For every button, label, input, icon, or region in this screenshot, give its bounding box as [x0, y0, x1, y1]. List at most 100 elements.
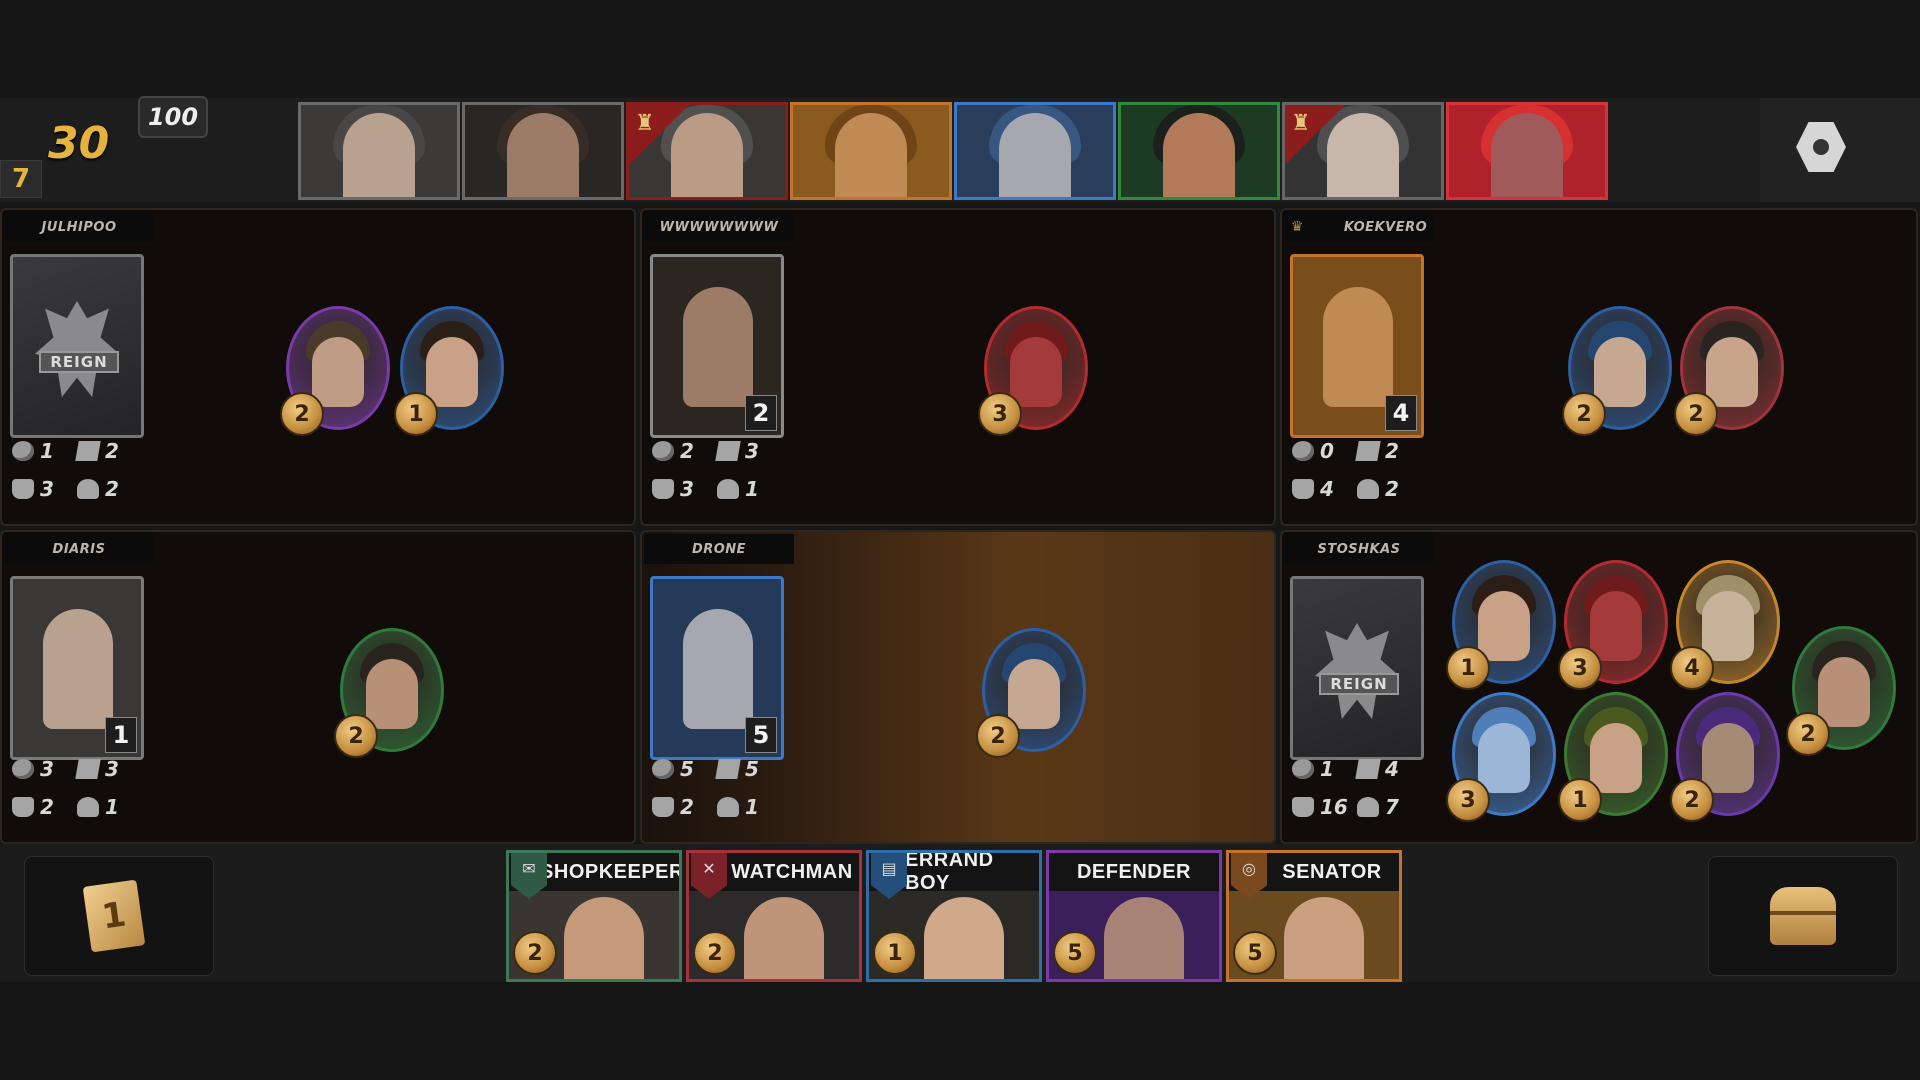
portrait-face [1491, 113, 1563, 197]
cap-badge: 100 [138, 96, 208, 138]
stat-units: 2 [1357, 477, 1422, 501]
settings-icon [1813, 139, 1829, 155]
player-name-label: JULHIPOO [41, 219, 117, 235]
wizard-portrait[interactable] [954, 102, 1116, 200]
pawn-icon [717, 479, 739, 499]
hidden-character-card[interactable]: REIGN [10, 254, 144, 438]
bearded-ranger-portrait[interactable] [1118, 102, 1280, 200]
token-face [1478, 723, 1530, 793]
reign-crown-icon [35, 301, 119, 397]
stat-power: 2 [652, 795, 717, 819]
treasure-chest-button[interactable] [1708, 856, 1898, 976]
stat-value: 3 [105, 757, 119, 781]
old-woman-portrait[interactable] [298, 102, 460, 200]
hand-card-errand-boy[interactable]: ERRAND BOY ▤ 1 [866, 850, 1042, 982]
gold-counter: 30 [48, 118, 110, 169]
player-panel-koekvero[interactable]: ♛ KOEKVERO 4 0 2 4 2 2 2 [1280, 208, 1918, 526]
coin-icon [652, 441, 674, 461]
player-name: DIARIS [4, 534, 154, 564]
stat-value: 3 [40, 757, 54, 781]
token-cost-badge: 3 [1558, 646, 1602, 690]
stat-units: 1 [717, 795, 782, 819]
token-face [312, 337, 364, 407]
merchant-portrait[interactable] [790, 102, 952, 200]
old-noble-portrait[interactable]: ♜ [626, 102, 788, 200]
fist-icon [1292, 797, 1314, 817]
hand-card-cost: 2 [693, 931, 737, 975]
player-panel-wwwwwwww[interactable]: WWWWWWWW 2 2 3 3 1 3 [640, 208, 1276, 526]
stat-coins: 1 [12, 439, 77, 463]
hand-card-face [924, 897, 1004, 979]
stat-power: 2 [12, 795, 77, 819]
token-face [366, 659, 418, 729]
character-card[interactable]: 4 [1290, 254, 1424, 438]
player-name: DRONE [644, 534, 794, 564]
pawn-icon [77, 797, 99, 817]
stat-value: 3 [745, 439, 759, 463]
stat-coins: 5 [652, 757, 717, 781]
character-card[interactable]: 2 [650, 254, 784, 438]
character-rank: 2 [745, 395, 777, 431]
token-cost-badge: 3 [978, 392, 1022, 436]
player-name-label: WWWWWWWW [659, 219, 779, 235]
stat-value: 4 [1385, 757, 1399, 781]
hidden-character-card[interactable]: REIGN [1290, 576, 1424, 760]
reign-logo: REIGN [1319, 673, 1399, 695]
character-strip: ♜ ♜ [298, 102, 1608, 200]
token-face [1702, 723, 1754, 793]
hand-card-defender[interactable]: DEFENDER 5 [1046, 850, 1222, 982]
fist-icon [652, 797, 674, 817]
deck-button[interactable]: 1 [24, 856, 214, 976]
player-panel-stoshkas[interactable]: STOSHKAS REIGN 1 4 16 7 1 3 4 3 1 2 2 [1280, 530, 1918, 844]
stat-coins: 0 [1292, 439, 1357, 463]
stat-units: 2 [77, 477, 142, 501]
hand: SHOPKEEPER ✉ 2 WATCHMAN ✕ 2 ERRAND BOY ▤ 1 DEFEND… [506, 850, 1402, 982]
deck-card-icon: 1 [82, 879, 146, 953]
token-cost-badge: 1 [394, 392, 438, 436]
treasure-chest-icon [1770, 887, 1836, 945]
token-cost-badge: 2 [1562, 392, 1606, 436]
player-panel-julhipoo[interactable]: JULHIPOO REIGN 1 2 3 2 2 1 [0, 208, 636, 526]
stat-value: 3 [680, 477, 694, 501]
stat-value: 5 [680, 757, 694, 781]
stat-cards: 3 [715, 439, 782, 463]
stat-value: 3 [40, 477, 54, 501]
character-card[interactable]: 5 [650, 576, 784, 760]
letterbox-bottom [0, 982, 1920, 1080]
red-warlord-portrait[interactable] [1446, 102, 1608, 200]
token-cost-badge: 2 [1786, 712, 1830, 756]
hooded-assassin-portrait[interactable] [462, 102, 624, 200]
player-stats: 1232 [12, 432, 142, 508]
stat-value: 1 [105, 795, 119, 819]
player-panel-drone[interactable]: DRONE 5 5 5 2 1 2 [640, 530, 1276, 844]
stat-power: 3 [652, 477, 717, 501]
stat-value: 2 [1385, 477, 1399, 501]
crown-icon: ♛ [1290, 219, 1304, 235]
cards-icon [1355, 441, 1381, 461]
stat-units: 7 [1357, 795, 1422, 819]
hand-card-cost: 2 [513, 931, 557, 975]
stat-units: 1 [77, 795, 142, 819]
token-cost-badge: 2 [334, 714, 378, 758]
stat-value: 1 [40, 439, 54, 463]
hand-card-cost: 1 [873, 931, 917, 975]
token-face [1008, 659, 1060, 729]
white-beard-lord-portrait[interactable]: ♜ [1282, 102, 1444, 200]
stat-power: 4 [1292, 477, 1357, 501]
stat-cards: 4 [1355, 757, 1422, 781]
hand-card-face [744, 897, 824, 979]
cards-icon [75, 441, 101, 461]
hand-card-face [1104, 897, 1184, 979]
character-face [43, 609, 113, 729]
hand-card-shopkeeper[interactable]: SHOPKEEPER ✉ 2 [506, 850, 682, 982]
hand-card-watchman[interactable]: WATCHMAN ✕ 2 [686, 850, 862, 982]
token-face [1594, 337, 1646, 407]
pawn-icon [717, 797, 739, 817]
character-face [1323, 287, 1393, 407]
player-panel-diaris[interactable]: DIARIS 1 3 3 2 1 2 [0, 530, 636, 844]
stat-value: 2 [1385, 439, 1399, 463]
player-stats: 1 4 16 7 [1292, 750, 1422, 826]
token-cost-badge: 1 [1446, 646, 1490, 690]
hand-card-senator[interactable]: SENATOR ◎ 5 [1226, 850, 1402, 982]
character-card[interactable]: 1 [10, 576, 144, 760]
